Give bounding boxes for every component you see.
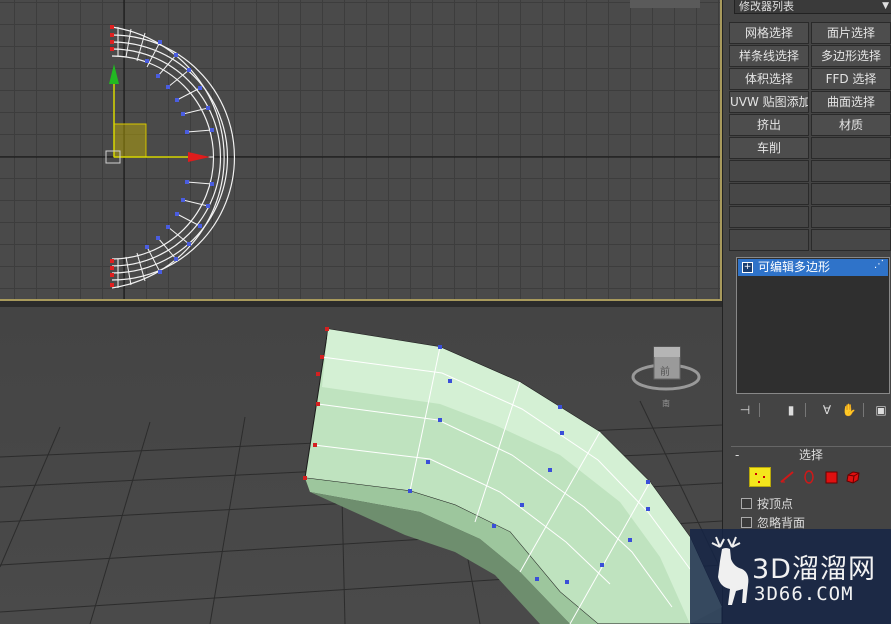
move-gizmo[interactable] <box>105 64 210 164</box>
by-vertex-option[interactable]: 按顶点 <box>741 496 793 512</box>
svg-text:南: 南 <box>662 398 670 408</box>
modifier-stack[interactable]: + 可编辑多边形 ⋰ <box>736 257 890 394</box>
watermark-title: 3D溜溜网 <box>752 554 876 585</box>
watermark: 3D溜溜网 3D66.COM <box>690 529 891 624</box>
modifier-button-empty[interactable] <box>811 137 891 159</box>
edge-mode-icon[interactable] <box>779 470 795 484</box>
selection-rollout-header[interactable]: - 选择 <box>731 446 891 463</box>
stack-toolbar: ⊣ ▮ ∀ ✋ ▣ <box>733 401 891 421</box>
modifier-button-poly-select[interactable]: 多边形选择 <box>811 45 891 67</box>
ignore-backfacing-checkbox[interactable] <box>741 517 752 528</box>
modifier-button-empty[interactable] <box>811 183 891 205</box>
selection-rollout-title: 选择 <box>798 448 823 462</box>
polygon-mode-icon[interactable] <box>823 470 839 484</box>
watermark-url: 3D66.COM <box>754 583 854 605</box>
make-unique-icon[interactable]: ∀ <box>817 401 837 419</box>
dots-icon: ⋰ <box>874 259 884 270</box>
modifier-button-empty[interactable] <box>729 183 809 205</box>
subobject-selector <box>749 467 889 489</box>
stack-item-editable-poly[interactable]: + 可编辑多边形 ⋰ <box>738 259 888 276</box>
modifier-button-material[interactable]: 材质 <box>811 114 891 136</box>
modifier-button-empty[interactable] <box>729 229 809 251</box>
pin-stack-icon[interactable]: ⊣ <box>735 401 755 419</box>
modifier-list-dropdown[interactable]: 修改器列表 ▼ <box>734 0 891 14</box>
chevron-down-icon: ▼ <box>882 1 889 11</box>
svg-text:前: 前 <box>660 365 670 378</box>
modifier-button-empty[interactable] <box>729 160 809 182</box>
modifier-button-empty[interactable] <box>729 206 809 228</box>
modifier-button-volume-select[interactable]: 体积选择 <box>729 68 809 90</box>
expand-icon[interactable]: + <box>742 262 753 273</box>
configure-sets-icon[interactable]: ▣ <box>871 401 891 419</box>
ignore-backfacing-label: 忽略背面 <box>757 516 806 530</box>
toolbar-separator <box>759 403 760 417</box>
modifier-button-empty[interactable] <box>811 229 891 251</box>
border-mode-icon[interactable] <box>801 470 817 484</box>
perspective-scene: 前 南 <box>0 327 722 624</box>
by-vertex-checkbox[interactable] <box>741 498 752 509</box>
modifier-button-uvw-map-add[interactable]: UVW 贴图添加 <box>729 91 809 113</box>
modifier-button-ffd-select[interactable]: FFD 选择 <box>811 68 891 90</box>
top-viewport[interactable] <box>0 0 722 301</box>
gizmo-y-arrow[interactable] <box>109 64 119 84</box>
show-end-result-icon[interactable]: ▮ <box>781 401 801 419</box>
modifier-buttons: 网格选择 面片选择 样条线选择 多边形选择 体积选择 FFD 选择 UVW 贴图… <box>729 22 891 251</box>
remove-modifier-icon[interactable]: ✋ <box>839 401 859 419</box>
modifier-button-patch-select[interactable]: 面片选择 <box>811 22 891 44</box>
element-mode-icon[interactable] <box>845 470 861 484</box>
modifier-button-lathe[interactable]: 车削 <box>729 137 809 159</box>
gizmo-x-arrow[interactable] <box>188 152 210 162</box>
vertex-mode-icon[interactable] <box>749 467 771 487</box>
modifier-button-mesh-select[interactable]: 网格选择 <box>729 22 809 44</box>
modifier-button-spline-select[interactable]: 样条线选择 <box>729 45 809 67</box>
modifier-button-extrude[interactable]: 挤出 <box>729 114 809 136</box>
top-viewport-scene <box>0 0 720 299</box>
modifier-list-label: 修改器列表 <box>739 0 794 13</box>
deer-logo-icon <box>711 536 749 605</box>
by-vertex-label: 按顶点 <box>757 497 794 511</box>
viewcube-stub[interactable] <box>630 0 700 8</box>
viewcube[interactable]: 前 南 <box>631 346 701 408</box>
modifier-button-surface-select[interactable]: 曲面选择 <box>811 91 891 113</box>
perspective-viewport[interactable]: 前 南 <box>0 307 722 624</box>
modifier-button-empty[interactable] <box>811 206 891 228</box>
toolbar-separator <box>805 403 806 417</box>
modifier-button-empty[interactable] <box>811 160 891 182</box>
toolbar-separator <box>863 403 864 417</box>
stack-item-label: 可编辑多边形 <box>758 260 831 274</box>
